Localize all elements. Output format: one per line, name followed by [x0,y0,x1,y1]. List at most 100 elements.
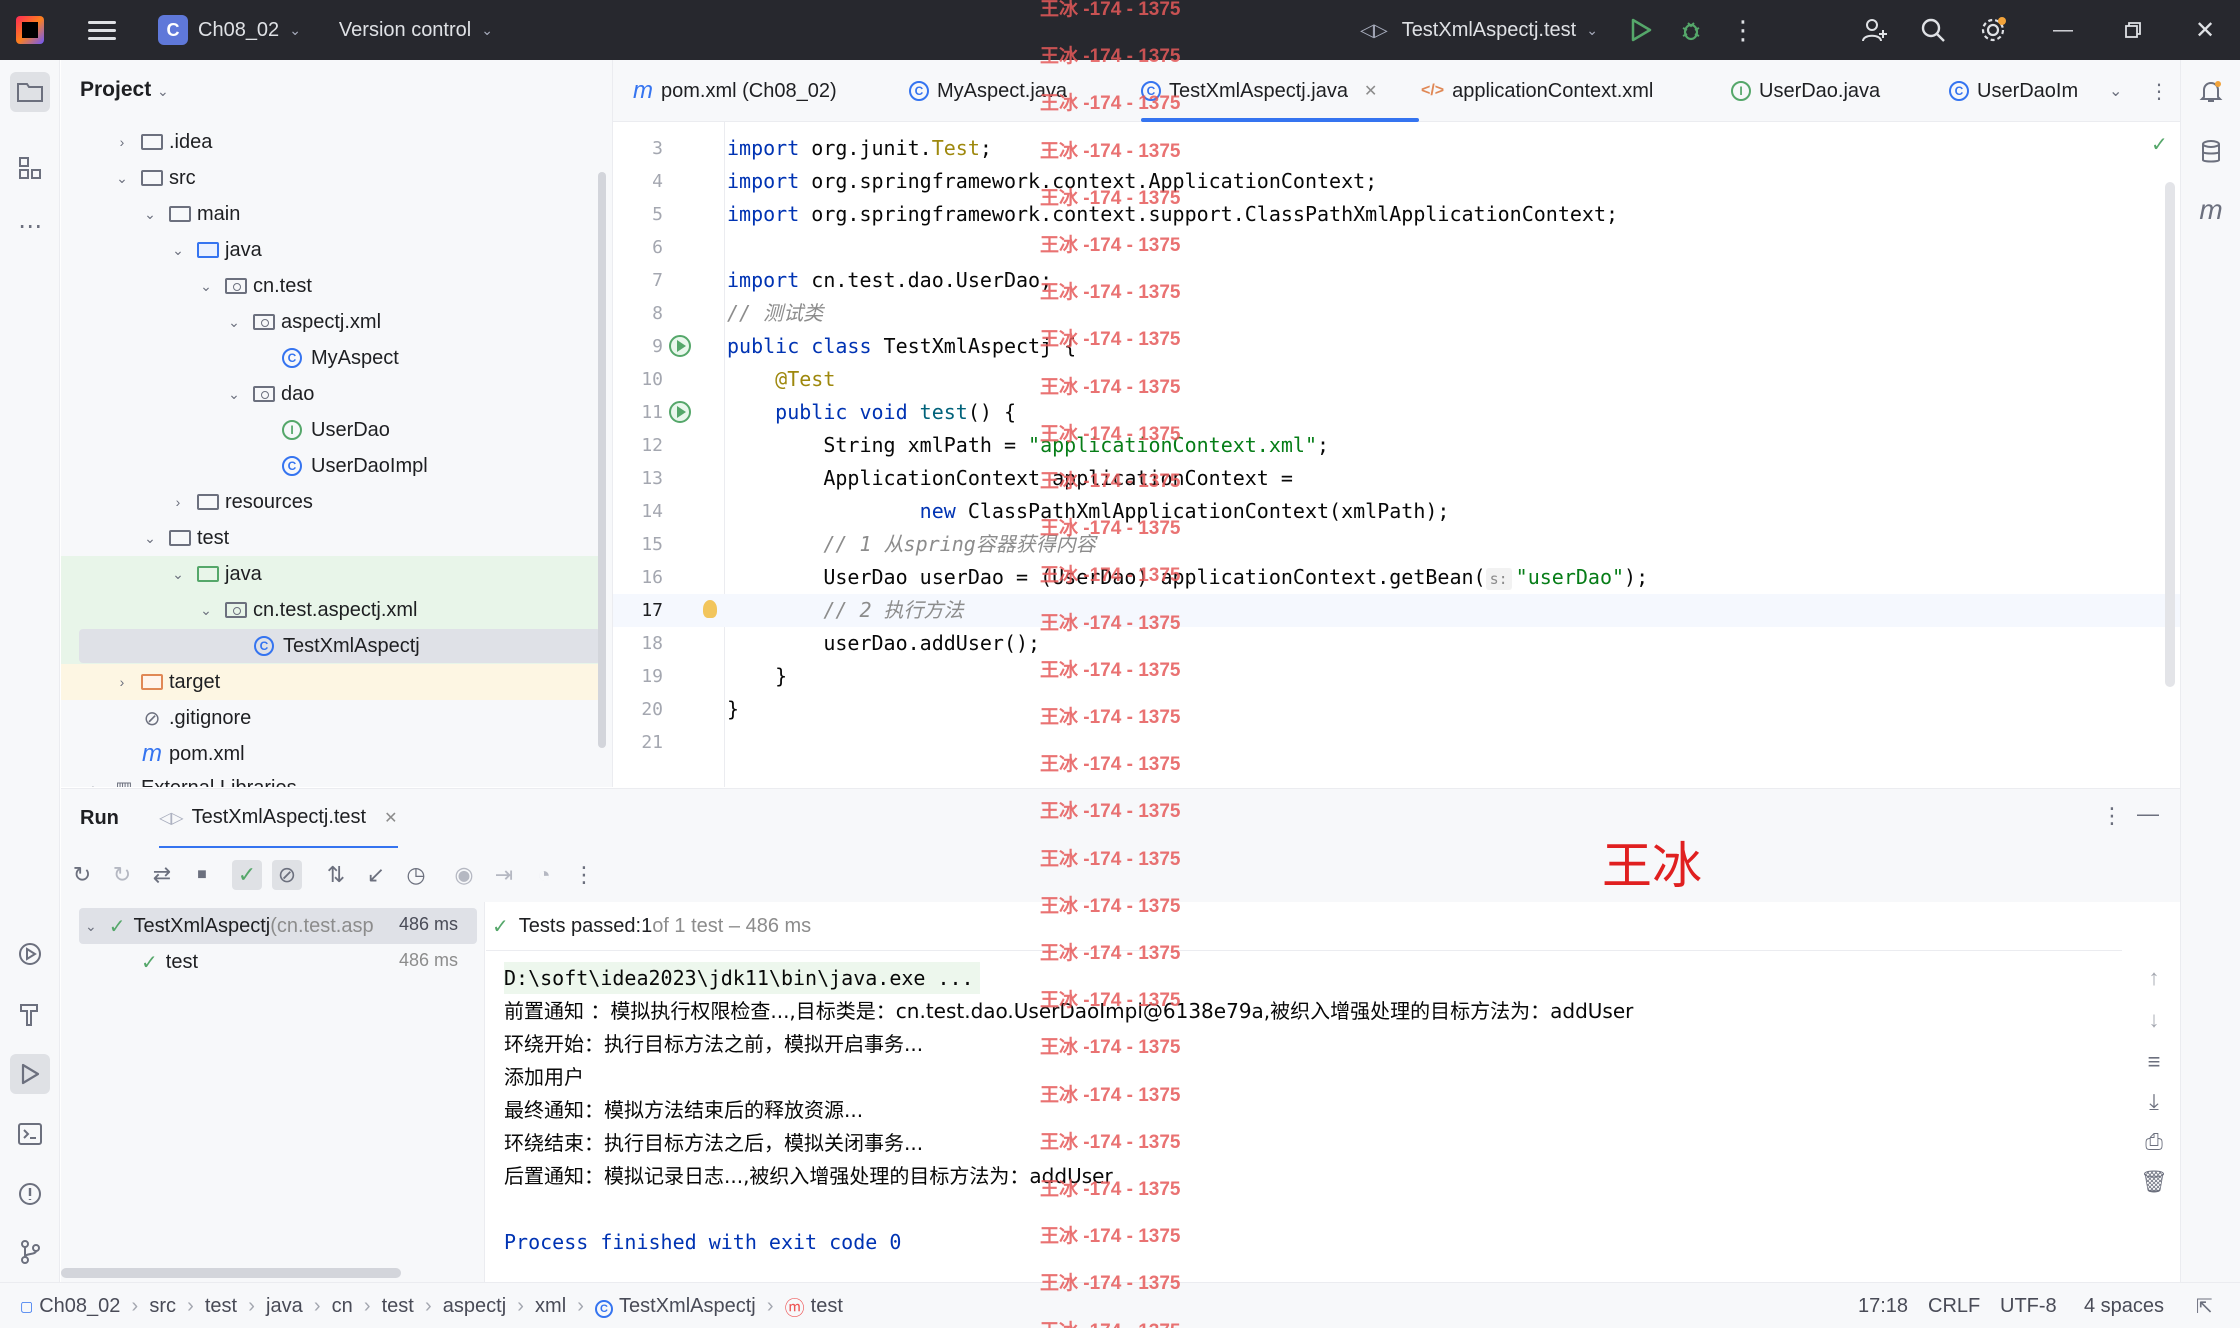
editor-scrollbar[interactable] [2165,182,2175,687]
code-line[interactable]: 3 import org.junit.Test; [613,132,2180,165]
code-text[interactable]: String xmlPath = "applicationContext.xml… [727,429,1329,462]
close-tab-icon[interactable]: ✕ [1364,81,1377,101]
breadcrumb-item[interactable]: test [205,1295,237,1318]
import-tests-icon[interactable]: ↙ [361,860,391,890]
settings-gear-icon[interactable] [1978,15,2008,45]
tree-item-cn-test-aspectj-xml[interactable]: ⌄ cn.test.aspectj.xml [61,592,601,628]
line-number[interactable]: 14 [613,495,663,528]
code-text[interactable]: import org.junit.Test; [727,132,992,165]
code-text[interactable]: public void test() { [727,396,1016,429]
breadcrumb-item[interactable]: xml [535,1295,566,1318]
code-line[interactable]: 20} [613,693,2180,726]
line-number[interactable]: 13 [613,462,663,495]
tree-item-main-java[interactable]: ⌄ java [61,232,601,268]
debug-icon[interactable] [1676,15,1706,45]
breadcrumb-item[interactable]: aspectj [443,1295,506,1318]
arrow-up-icon[interactable]: ↑ [2140,964,2168,992]
chevron-down-icon[interactable]: ⌄ [141,530,159,547]
stop-icon[interactable]: ■ [187,860,217,890]
code-line[interactable]: 4 import org.springframework.context.Appl… [613,165,2180,198]
code-line[interactable]: 10 @Test [613,363,2180,396]
tree-item-test[interactable]: ⌄ test [61,520,601,556]
add-user-icon[interactable] [1860,15,1890,45]
run-test-gutter-icon[interactable] [669,335,691,357]
code-editor[interactable]: 3 import org.junit.Test; 4 import org.sprin… [613,122,2180,787]
breadcrumb-item[interactable]: test [382,1295,414,1318]
code-text[interactable]: // 测试类 [727,297,823,330]
print-icon[interactable]: ⎙ [2140,1128,2168,1156]
line-number[interactable]: 5 [613,198,663,231]
intention-bulb-icon[interactable] [703,600,717,618]
line-separator[interactable]: CRLF [1928,1283,1980,1328]
code-text[interactable]: ApplicationContext applicationContext = [727,462,1293,495]
code-text[interactable]: @Test [727,363,835,396]
minimize-window-icon[interactable]: — [2048,15,2078,45]
code-line[interactable]: 18 userDao.addUser(); [613,627,2180,660]
tab-userdao-java[interactable]: I UserDao.java [1731,60,1880,122]
code-line[interactable]: 13 ApplicationContext applicationContext… [613,462,2180,495]
project-badge[interactable]: C [158,15,188,45]
chevron-down-icon[interactable]: ⌄ [169,566,187,583]
project-name[interactable]: Ch08_02 [198,19,279,42]
test-row-test[interactable]: ✓ test [141,944,198,980]
chevron-down-icon[interactable]: ⌄ [481,22,493,39]
code-line[interactable]: 14 new ClassPathXmlApplicationContext(xm… [613,495,2180,528]
more-actions-icon[interactable]: ⋮ [1728,15,1758,45]
toggle-auto-test-icon[interactable]: ⇄ [147,860,177,890]
run-tool-window-icon[interactable] [10,1054,50,1094]
line-number[interactable]: 15 [613,528,663,561]
line-number[interactable]: 9 [613,330,663,363]
tab-myaspect-java[interactable]: C MyAspect.java [909,60,1067,122]
tree-item-test-java[interactable]: ⌄ java [61,556,601,592]
line-number[interactable]: 21 [613,726,663,759]
run-panel-title[interactable]: Run [80,807,119,830]
chevron-down-icon[interactable]: ⌄ [225,386,243,403]
tab-applicationcontext-xml[interactable]: </> applicationContext.xml [1421,60,1653,122]
line-number[interactable]: 16 [613,561,663,594]
notifications-bell-icon[interactable] [2191,72,2231,112]
tab-more-icon[interactable]: ⋮ [2149,60,2169,122]
tab-list-chevron-icon[interactable]: ⌄ [2109,60,2122,122]
code-line[interactable]: 17 // 2 执行方法 [613,594,2180,627]
code-text[interactable]: import cn.test.dao.UserDao; [727,264,1052,297]
code-text[interactable]: // 1 从spring容器获得内容 [727,528,1095,561]
chevron-right-icon[interactable]: › [169,494,187,510]
tree-item-main[interactable]: ⌄ main [61,196,601,232]
show-ignored-icon[interactable]: ⊘ [272,860,302,890]
version-control-menu[interactable]: Version control [339,19,471,42]
code-line[interactable]: 6 [613,231,2180,264]
export-icon[interactable]: ⇥ [489,860,519,890]
chevron-right-icon[interactable]: › [113,674,131,690]
code-text[interactable]: userDao.addUser(); [727,627,1040,660]
chevron-right-icon[interactable]: › [113,134,131,150]
tree-item-dao[interactable]: ⌄ dao [61,376,601,412]
restore-window-icon[interactable] [2118,15,2148,45]
code-line[interactable]: 9 public class TestXmlAspectj { [613,330,2180,363]
breadcrumb-item[interactable]: src [149,1295,176,1318]
rerun-failed-icon[interactable]: ↻ [107,860,137,890]
tree-item-pom-xml[interactable]: m pom.xml [61,736,601,772]
code-line[interactable]: 8 // 测试类 [613,297,2180,330]
run-icon[interactable] [1626,15,1656,45]
line-number[interactable]: 19 [613,660,663,693]
code-text[interactable]: UserDao userDao = (UserDao) applicationC… [727,561,1648,594]
terminal-icon[interactable] [10,1114,50,1154]
chevron-down-icon[interactable]: ⌄ [141,206,159,223]
code-line[interactable]: 7 import cn.test.dao.UserDao; [613,264,2180,297]
breadcrumb-item[interactable]: Ch08_02 [39,1295,120,1318]
tree-item-gitignore[interactable]: ⊘ .gitignore [61,700,601,736]
tree-item-cn-test[interactable]: ⌄ cn.test [61,268,601,304]
build-hammer-icon[interactable] [10,994,50,1034]
chevron-down-icon[interactable]: ⌄ [289,22,301,39]
code-text[interactable]: } [727,693,739,726]
tree-item-src[interactable]: ⌄ src [61,160,601,196]
chevron-down-icon[interactable]: ⌄ [169,242,187,259]
tree-item-userdaoimpl[interactable]: C UserDaoImpl [61,448,601,484]
code-text[interactable]: import org.springframework.context.Appli… [727,165,1377,198]
indent-setting[interactable]: 4 spaces [2084,1283,2164,1328]
console-output[interactable]: ✓ Tests passed: 1 of 1 test – 486 ms D:\… [486,902,2180,1282]
line-number[interactable]: 18 [613,627,663,660]
services-icon[interactable] [10,934,50,974]
test-tree-horizontal-scrollbar[interactable] [61,1268,401,1278]
code-text[interactable]: public class TestXmlAspectj { [727,330,1076,363]
